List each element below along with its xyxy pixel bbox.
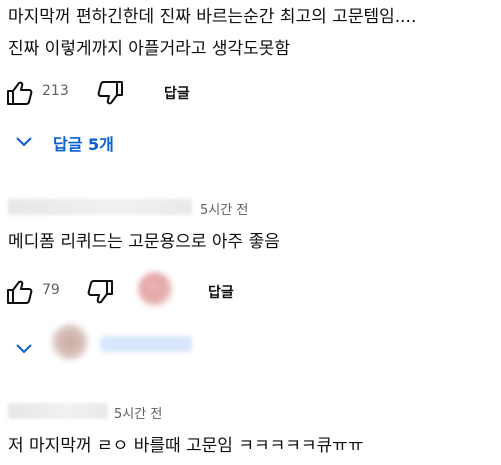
comment-2-reply-button[interactable]: 답글 [208,282,234,302]
creator-heart-avatar [138,272,172,306]
comment-3-text: 저 마지막꺼 ㄹㅇ 바를때 고문임 ㅋㅋㅋㅋㅋ큐ㅠㅠ [8,436,364,456]
view-replies-toggle[interactable]: 답글 5개 [53,131,114,155]
comment-2-text: 메디폼 리퀴드는 고문용으로 아주 좋음 [8,232,280,252]
comment-2-like-count: 79 [42,282,60,298]
creator-reply-link[interactable] [100,336,192,352]
comment-1-like-count: 213 [42,83,69,99]
comment-1-line-1: 마지막꺼 편하긴한데 진짜 바르는순간 최고의 고문템임.... [8,7,417,27]
comment-3-author-name[interactable] [8,403,108,419]
thumbs-up-icon[interactable] [6,80,34,106]
creator-reply-avatar [52,324,88,360]
comment-1-line-2: 진짜 이렇게까지 아플거라고 생각도못함 [8,39,291,59]
thumbs-down-icon[interactable] [96,80,124,106]
chevron-down-icon[interactable] [14,134,34,150]
comment-2-timestamp[interactable]: 5시간 전 [200,199,248,218]
comment-2-author-name[interactable] [8,199,192,215]
thumbs-up-icon[interactable] [6,279,34,305]
comment-1-reply-button[interactable]: 답글 [164,83,190,103]
comment-3-timestamp[interactable]: 5시간 전 [114,403,162,422]
chevron-down-icon[interactable] [14,341,34,357]
thumbs-down-icon[interactable] [86,279,114,305]
